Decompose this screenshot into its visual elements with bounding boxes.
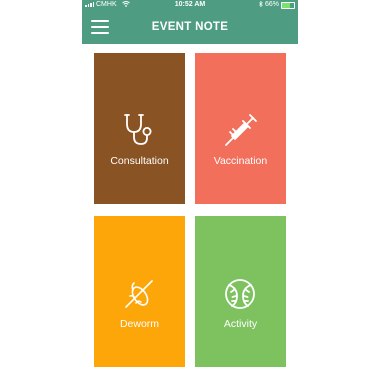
battery-fill — [282, 2, 290, 8]
activity-label: Activity — [223, 318, 258, 330]
vaccination-tile[interactable]: Vaccination — [195, 53, 286, 204]
vaccination-label: Vaccination — [213, 155, 268, 167]
phone-screen: CMHK 10:52 AM 66% EVENT NOTE Consultatio… — [82, 0, 298, 380]
no-bug-icon — [125, 280, 153, 308]
stethoscope-icon — [124, 114, 152, 145]
battery-percent: 66% — [264, 1, 279, 8]
syringe-icon — [225, 114, 257, 146]
deworm-label: Deworm — [119, 318, 160, 330]
status-bar: CMHK 10:52 AM 66% — [82, 0, 298, 10]
app-bar: EVENT NOTE — [82, 10, 298, 44]
battery-info: 66% — [259, 0, 295, 10]
page-title: EVENT NOTE — [151, 21, 229, 33]
ball-icon — [225, 279, 255, 309]
battery-icon — [281, 1, 295, 9]
consultation-label: Consultation — [110, 155, 169, 167]
hamburger-menu-icon[interactable] — [91, 20, 109, 34]
activity-tile[interactable]: Activity — [195, 216, 286, 367]
deworm-tile[interactable]: Deworm — [94, 216, 185, 367]
consultation-tile[interactable]: Consultation — [94, 53, 185, 204]
bluetooth-icon — [259, 0, 263, 10]
